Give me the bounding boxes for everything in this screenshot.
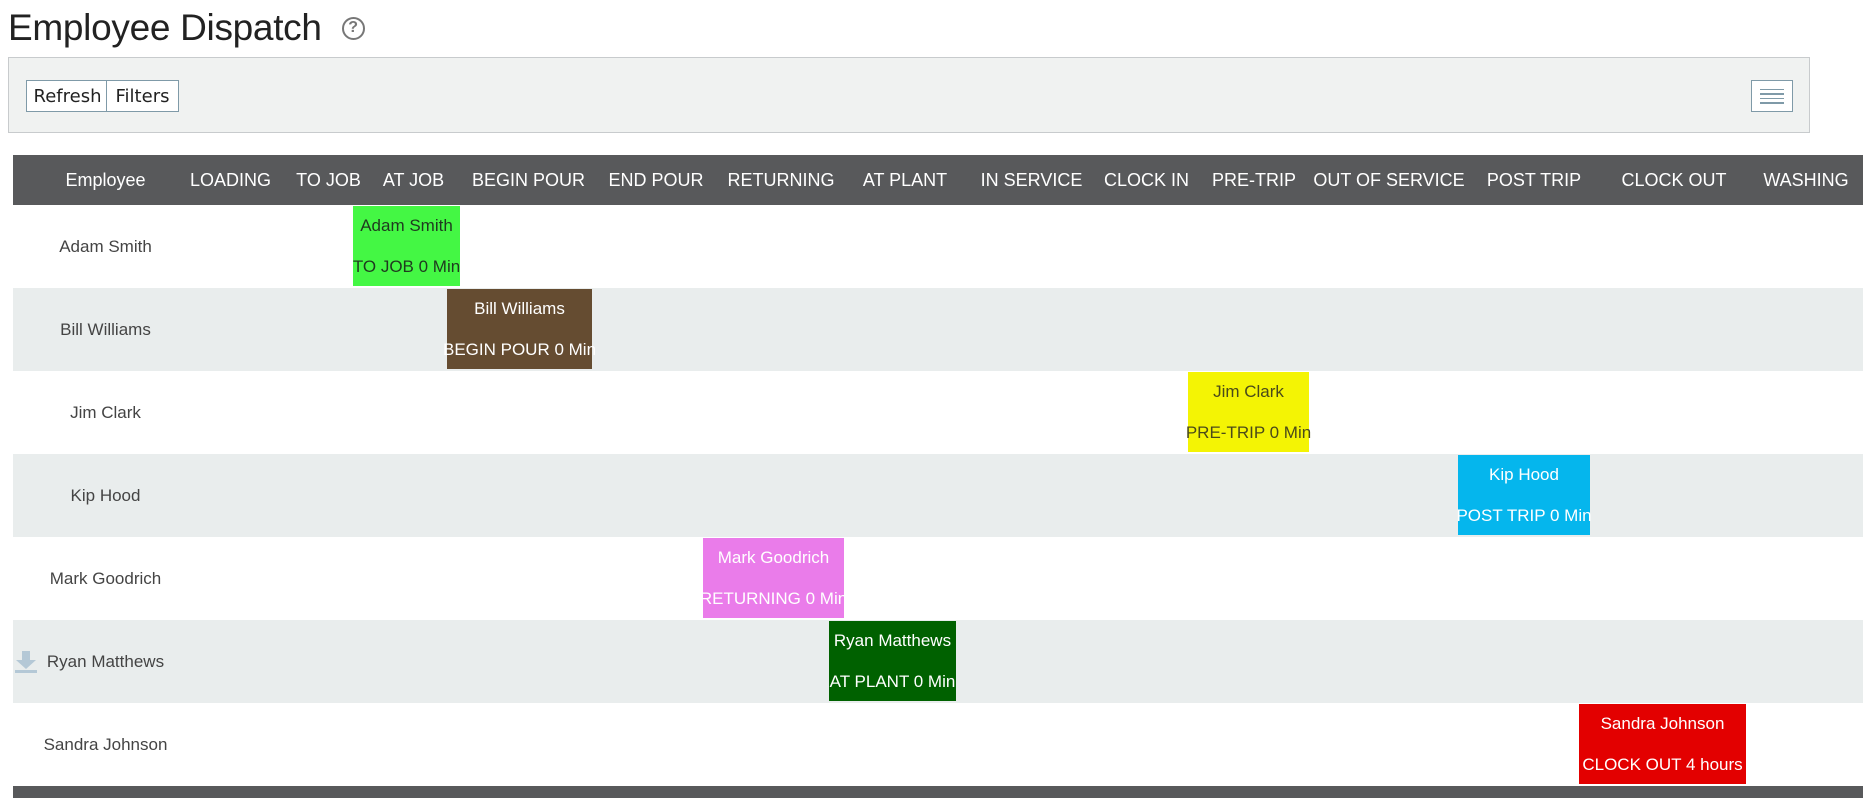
column-header-clock-out[interactable]: CLOCK OUT — [1599, 155, 1749, 205]
column-header-begin-pour[interactable]: BEGIN POUR — [456, 155, 601, 205]
page-title: Employee Dispatch — [8, 7, 322, 48]
dispatch-card[interactable]: Jim Clark PRE-TRIP 0 Min — [1185, 372, 1312, 452]
employee-name: Jim Clark — [70, 402, 141, 422]
column-header-out-of-service[interactable]: OUT OF SERVICE — [1309, 155, 1469, 205]
filters-button[interactable]: Filters — [106, 80, 179, 112]
card-employee-name: Bill Williams — [474, 299, 565, 318]
menu-button[interactable] — [1751, 80, 1793, 112]
card-status: TO JOB 0 Min — [352, 257, 461, 276]
hamburger-menu-icon — [1760, 88, 1784, 90]
column-header-pre-trip[interactable]: PRE-TRIP — [1199, 155, 1309, 205]
card-employee-name: Mark Goodrich — [717, 548, 830, 567]
column-header-loading[interactable]: LOADING — [178, 155, 283, 205]
card-employee-name: Jim Clark — [1213, 382, 1284, 401]
card-employee-name: Ryan Matthews — [833, 631, 952, 650]
dispatch-grid: Employee LOADING TO JOB AT JOB BEGIN POU… — [13, 155, 1863, 786]
column-header-post-trip[interactable]: POST TRIP — [1469, 155, 1599, 205]
grid-footer-bar — [13, 786, 1863, 798]
card-status: POST TRIP 0 Min — [1456, 506, 1592, 525]
card-employee-name: Adam Smith — [360, 216, 453, 235]
employee-name: Mark Goodrich — [49, 568, 162, 588]
column-header-at-job[interactable]: AT JOB — [366, 155, 461, 205]
table-row: Sandra Johnson Sandra Johnson CLOCK OUT … — [13, 703, 1863, 786]
table-row: Ryan Matthews Ryan Matthews AT PLANT 0 M… — [13, 620, 1863, 703]
column-header-returning[interactable]: RETURNING — [711, 155, 851, 205]
table-row: Kip Hood Kip Hood POST TRIP 0 Min — [13, 454, 1863, 537]
table-row: Adam Smith Adam Smith TO JOB 0 Min — [13, 205, 1863, 288]
column-header-at-plant[interactable]: AT PLANT — [841, 155, 969, 205]
toolbar: Refresh Filters — [8, 57, 1810, 133]
card-status: PRE-TRIP 0 Min — [1185, 423, 1312, 442]
help-glyph: ? — [348, 19, 359, 36]
employee-name: Adam Smith — [59, 236, 152, 256]
employee-name: Sandra Johnson — [43, 734, 168, 754]
dispatch-card[interactable]: Ryan Matthews AT PLANT 0 Min — [829, 621, 956, 701]
column-header-to-job[interactable]: TO JOB — [281, 155, 376, 205]
column-header-employee[interactable]: Employee — [13, 155, 198, 205]
employee-name: Ryan Matthews — [46, 651, 165, 671]
column-header-in-service[interactable]: IN SERVICE — [969, 155, 1094, 205]
table-row: Jim Clark Jim Clark PRE-TRIP 0 Min — [13, 371, 1863, 454]
dispatch-card[interactable]: Mark Goodrich RETURNING 0 Min — [699, 538, 848, 618]
column-header-washing[interactable]: WASHING — [1749, 155, 1863, 205]
card-status: CLOCK OUT 4 hours — [1582, 755, 1743, 774]
dispatch-card[interactable]: Bill Williams BEGIN POUR 0 Min — [443, 289, 596, 369]
dispatch-card[interactable]: Kip Hood POST TRIP 0 Min — [1456, 455, 1592, 535]
card-employee-name: Sandra Johnson — [1600, 714, 1725, 733]
card-status: RETURNING 0 Min — [699, 589, 848, 608]
employee-name: Kip Hood — [70, 485, 141, 505]
table-row: Mark Goodrich Mark Goodrich RETURNING 0 … — [13, 537, 1863, 620]
help-icon[interactable]: ? — [341, 16, 365, 40]
column-header-clock-in[interactable]: CLOCK IN — [1094, 155, 1199, 205]
card-status: BEGIN POUR 0 Min — [442, 340, 597, 359]
table-row: Bill Williams Bill Williams BEGIN POUR 0… — [13, 288, 1863, 371]
dispatch-card[interactable]: Sandra Johnson CLOCK OUT 4 hours — [1579, 704, 1746, 784]
refresh-button[interactable]: Refresh — [26, 80, 109, 112]
title-bar: Employee Dispatch ? — [8, 4, 365, 52]
dispatch-card[interactable]: Adam Smith TO JOB 0 Min — [353, 206, 460, 286]
card-employee-name: Kip Hood — [1489, 465, 1559, 484]
grid-header: Employee LOADING TO JOB AT JOB BEGIN POU… — [13, 155, 1863, 205]
card-status: AT PLANT 0 Min — [829, 672, 956, 691]
employee-name: Bill Williams — [60, 319, 151, 339]
column-header-end-pour[interactable]: END POUR — [591, 155, 721, 205]
